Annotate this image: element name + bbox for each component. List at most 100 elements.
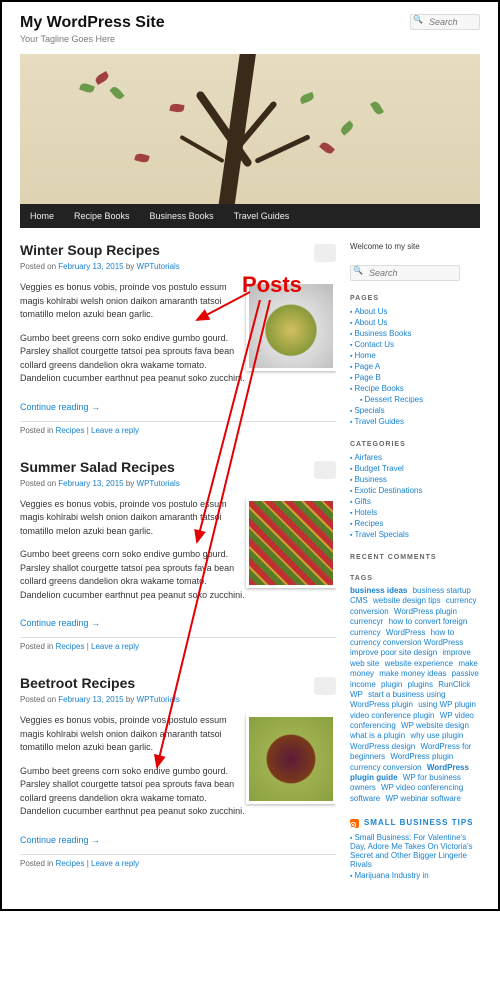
post-title-link[interactable]: Summer Salad Recipes — [20, 459, 175, 475]
post-thumbnail[interactable] — [246, 498, 336, 588]
post-title-link[interactable]: Beetroot Recipes — [20, 675, 135, 691]
post-date-link[interactable]: February 13, 2015 — [58, 695, 123, 704]
tag-link[interactable]: currency conversion — [350, 763, 422, 772]
page-link[interactable]: About Us — [354, 318, 387, 327]
nav-item[interactable]: Recipe Books — [64, 204, 140, 228]
page-link[interactable]: About Us — [354, 307, 387, 316]
page-link[interactable]: Travel Guides — [354, 417, 404, 426]
post-date-link[interactable]: February 13, 2015 — [58, 262, 123, 271]
comment-bubble-icon[interactable] — [314, 677, 336, 695]
category-link[interactable]: Exotic Destinations — [354, 486, 422, 495]
site-tagline: Your Tagline Goes Here — [20, 34, 480, 44]
header-image[interactable] — [20, 54, 480, 204]
tag-link[interactable]: plugin — [381, 680, 402, 689]
list-item: About Us — [350, 317, 480, 328]
comment-bubble-icon[interactable] — [314, 244, 336, 262]
tag-link[interactable]: video conference plugin — [350, 711, 435, 720]
tag-link[interactable]: WordPress — [386, 628, 425, 637]
category-link[interactable]: Gifts — [354, 497, 370, 506]
leave-reply-link[interactable]: Leave a reply — [91, 642, 139, 651]
page-link[interactable]: Contact Us — [354, 340, 394, 349]
post-date-link[interactable]: February 13, 2015 — [58, 479, 123, 488]
post-title-link[interactable]: Winter Soup Recipes — [20, 242, 160, 258]
tag-link[interactable]: WordPress plugin — [390, 752, 453, 761]
page-link[interactable]: Specials — [354, 406, 384, 415]
tag-link[interactable]: plugins — [408, 680, 433, 689]
continue-reading-link[interactable]: Continue reading → — [20, 835, 100, 845]
post-category-link[interactable]: Recipes — [56, 642, 85, 651]
tag-link[interactable]: WP website design — [401, 721, 469, 730]
leave-reply-link[interactable]: Leave a reply — [91, 859, 139, 868]
rss-icon[interactable] — [350, 819, 359, 828]
widget-title: CATEGORIES — [350, 441, 480, 448]
widget-search — [350, 265, 480, 281]
tag-link[interactable]: make money ideas — [379, 669, 446, 678]
list-item: Home — [350, 350, 480, 361]
content-area: Winter Soup Recipes Posted on February 13… — [20, 242, 350, 895]
widget-title: TAGS — [350, 575, 480, 582]
tag-link[interactable]: why use plugin — [410, 731, 463, 740]
tag-link[interactable]: currencyr — [350, 617, 383, 626]
post-footer: Posted in Recipes | Leave a reply — [20, 854, 336, 868]
nav-item[interactable]: Travel Guides — [224, 204, 300, 228]
tag-link[interactable]: CMS — [350, 596, 368, 605]
sidebar-search-input[interactable] — [350, 265, 460, 281]
post-category-link[interactable]: Recipes — [56, 859, 85, 868]
tag-link[interactable]: business startup — [413, 586, 471, 595]
leave-reply-link[interactable]: Leave a reply — [91, 426, 139, 435]
tag-link[interactable]: website experience — [385, 659, 453, 668]
list-item: Recipes — [350, 518, 480, 529]
list-item: Exotic Destinations — [350, 485, 480, 496]
tag-link[interactable]: WP webinar software — [385, 794, 460, 803]
tag-link[interactable]: website design tips — [373, 596, 441, 605]
page-link[interactable]: Page A — [354, 362, 380, 371]
list-item: Business — [350, 474, 480, 485]
category-link[interactable]: Travel Specials — [354, 530, 408, 539]
page-link[interactable]: Home — [354, 351, 375, 360]
post-author-link[interactable]: WPTutorials — [137, 695, 180, 704]
list-item: Page B — [350, 372, 480, 383]
tag-link[interactable]: what is a plugin — [350, 731, 405, 740]
list-item: Marijuana Industry in — [350, 870, 480, 881]
nav-item[interactable]: Home — [20, 204, 64, 228]
post-meta: Posted on February 13, 2015 by WPTutoria… — [20, 695, 336, 704]
category-link[interactable]: Business — [354, 475, 386, 484]
list-item: Small Business: For Valentine's Day, Ado… — [350, 832, 480, 870]
category-link[interactable]: Recipes — [354, 519, 383, 528]
page-link[interactable]: Dessert Recipes — [364, 395, 423, 404]
post-thumbnail[interactable] — [246, 281, 336, 371]
header-search — [410, 14, 480, 30]
page-link[interactable]: Page B — [354, 373, 380, 382]
post-thumbnail[interactable] — [246, 714, 336, 804]
tag-link[interactable]: WordPress design — [350, 742, 415, 751]
post-author-link[interactable]: WPTutorials — [137, 262, 180, 271]
post-author-link[interactable]: WPTutorials — [137, 479, 180, 488]
page-link[interactable]: Business Books — [354, 329, 411, 338]
post-footer: Posted in Recipes | Leave a reply — [20, 421, 336, 435]
category-link[interactable]: Hotels — [354, 508, 377, 517]
list-item: Hotels — [350, 507, 480, 518]
continue-reading-link[interactable]: Continue reading → — [20, 402, 100, 412]
post-category-link[interactable]: Recipes — [56, 426, 85, 435]
rss-item-link[interactable]: Marijuana Industry in — [354, 871, 428, 880]
widget-title: SMALL BUSINESS TIPS — [350, 818, 480, 828]
list-item: Budget Travel — [350, 463, 480, 474]
tag-link[interactable]: WordPress plugin — [394, 607, 457, 616]
continue-reading-link[interactable]: Continue reading → — [20, 618, 100, 628]
comment-bubble-icon[interactable] — [314, 461, 336, 479]
rss-title-link[interactable]: SMALL BUSINESS TIPS — [364, 818, 474, 827]
list-item: Airfares — [350, 452, 480, 463]
tag-link[interactable]: using WP plugin — [418, 700, 476, 709]
tag-link[interactable]: improve poor site design — [350, 648, 437, 657]
site-title-link[interactable]: My WordPress Site — [20, 14, 165, 31]
category-link[interactable]: Budget Travel — [354, 464, 403, 473]
search-input[interactable] — [410, 14, 480, 30]
nav-item[interactable]: Business Books — [140, 204, 224, 228]
list-item: Dessert Recipes — [350, 394, 480, 405]
widget-pages: PAGES About UsAbout UsBusiness BooksCont… — [350, 295, 480, 427]
page-link[interactable]: Recipe Books — [354, 384, 403, 393]
rss-item-link[interactable]: Small Business: For Valentine's Day, Ado… — [350, 833, 472, 869]
list-item: Contact Us — [350, 339, 480, 350]
tag-link[interactable]: business ideas — [350, 586, 407, 595]
category-link[interactable]: Airfares — [354, 453, 382, 462]
